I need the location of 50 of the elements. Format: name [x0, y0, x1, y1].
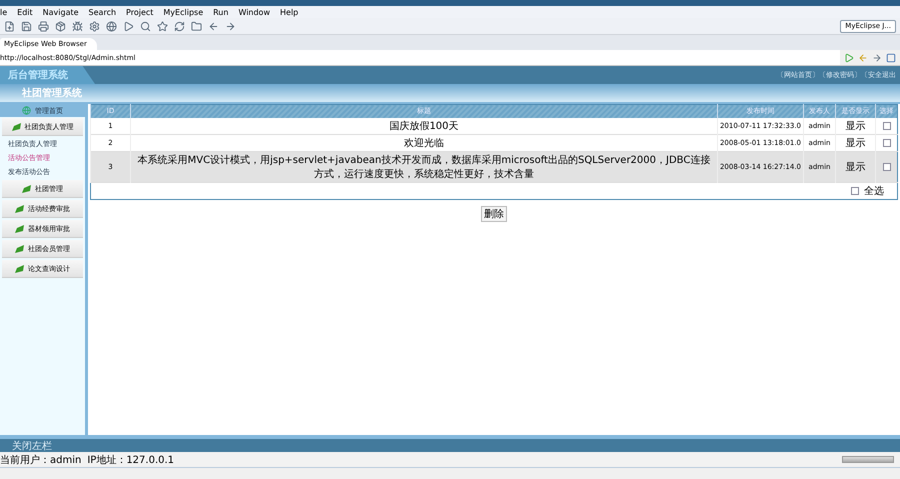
- bug-icon[interactable]: [72, 20, 83, 32]
- table-cell: 国庆放假100天: [130, 118, 718, 134]
- menu-item[interactable]: Window: [238, 8, 270, 16]
- save-icon[interactable]: [21, 20, 32, 32]
- table-cell: 显示: [836, 118, 876, 134]
- forward-icon[interactable]: [225, 20, 236, 32]
- folder-icon[interactable]: [191, 20, 202, 32]
- scrollbar: [842, 456, 894, 463]
- checkbox[interactable]: [851, 186, 859, 194]
- menu-item[interactable]: Search: [88, 8, 116, 16]
- app-title: 后台管理系统: [0, 66, 95, 84]
- status-text: IP地址：127.0.0.1: [87, 454, 174, 466]
- leaf-icon: [15, 224, 25, 232]
- select-all-label[interactable]: 全选: [864, 184, 884, 198]
- leaf-icon: [15, 204, 25, 212]
- back-icon[interactable]: [208, 20, 219, 32]
- leaf-icon: [15, 244, 25, 252]
- menu-item[interactable]: Navigate: [42, 8, 79, 16]
- menu-item[interactable]: le: [0, 8, 8, 16]
- table-cell: 显示: [836, 151, 876, 182]
- table-cell: 显示: [836, 134, 876, 151]
- refresh-icon[interactable]: [174, 20, 185, 32]
- leaf-icon: [15, 264, 25, 272]
- package-icon[interactable]: [55, 20, 66, 32]
- menu-item[interactable]: MyEclipse: [163, 8, 204, 16]
- settings-icon[interactable]: [89, 20, 100, 32]
- print-icon[interactable]: [38, 20, 49, 32]
- go-icon[interactable]: [844, 52, 854, 62]
- search-icon[interactable]: [140, 20, 151, 32]
- table-cell: 本系统采用MVC设计模式，用jsp+servlet+javabean技术开发而成，数据库采用microsoft出品的SQLServer2000，JDBC连接方式，运行速度更快，系统稳定性更好，技术含量: [130, 151, 718, 182]
- menu-item[interactable]: Help: [280, 8, 298, 16]
- leaf-icon: [12, 122, 22, 130]
- run-icon[interactable]: [123, 20, 134, 32]
- delete-button[interactable]: 删除: [481, 206, 507, 222]
- globe-icon[interactable]: [106, 20, 117, 32]
- checkbox[interactable]: [882, 162, 890, 171]
- table-cell: 欢迎光临: [130, 134, 718, 151]
- stop-icon[interactable]: [886, 52, 896, 62]
- close-sidebar-link[interactable]: 关闭左栏: [12, 438, 52, 452]
- star-icon[interactable]: [157, 20, 168, 32]
- menu-item[interactable]: Run: [213, 8, 228, 16]
- leaf-icon: [22, 184, 32, 192]
- checkbox[interactable]: [882, 122, 890, 130]
- new-file-icon[interactable]: [4, 20, 15, 32]
- checkbox[interactable]: [882, 138, 890, 147]
- app-subtitle: 社团管理系统: [22, 86, 82, 100]
- menu-item[interactable]: Project: [126, 8, 154, 16]
- status-text: 当前用户：admin: [0, 454, 82, 466]
- forward-icon[interactable]: [872, 52, 882, 62]
- menu-item[interactable]: Edit: [17, 8, 33, 16]
